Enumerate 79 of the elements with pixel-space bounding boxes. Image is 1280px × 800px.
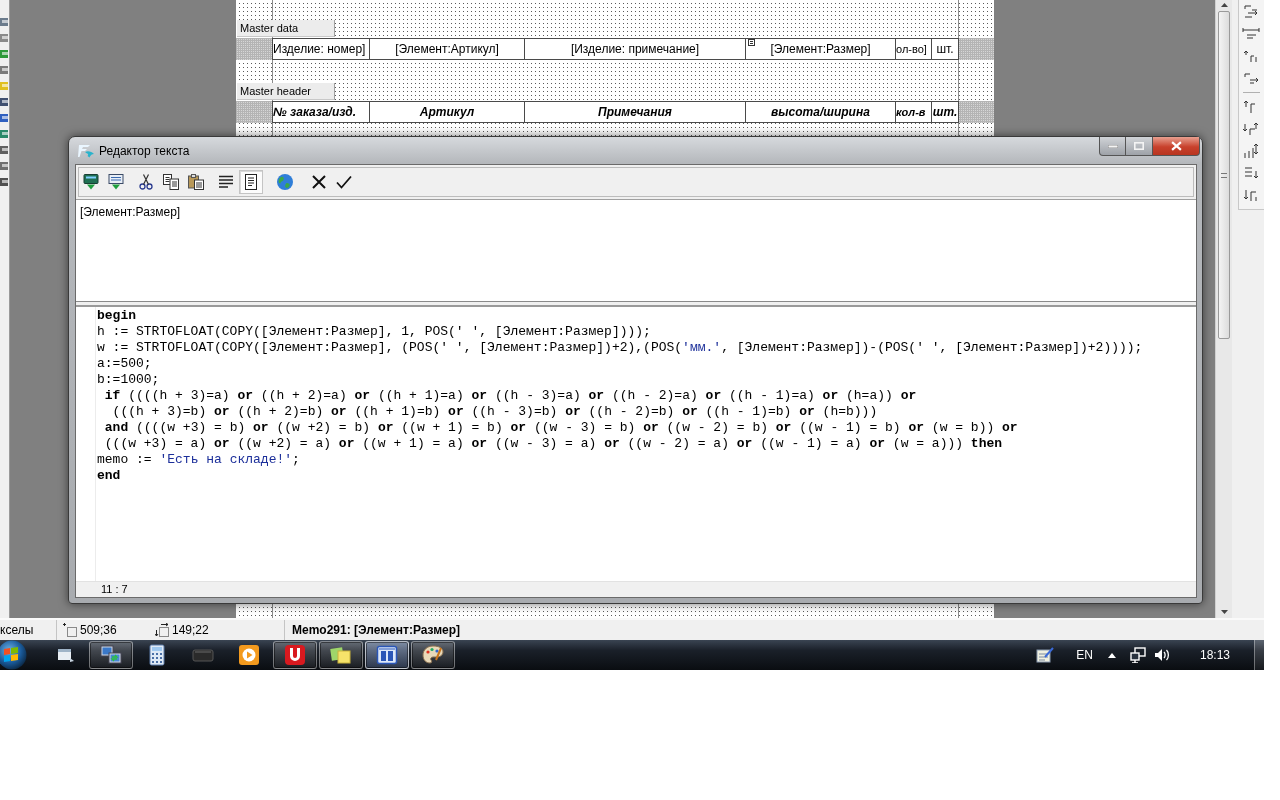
alignment-icon[interactable] — [1242, 121, 1260, 137]
code-line: (((w +3) = a) or ((w +2) = a) or ((w + 1) = a) or ((w - 3) = a) or ((w - 2) = a) or ((w - 1) = a) or (w = a))) then — [103, 436, 1003, 452]
report-field: [Элемент:Артикул] — [370, 38, 525, 60]
code-line: h := STRTOFLOAT(COPY([Элемент:Размер], 1, POS(' ', [Элемент:Размер]))); — [97, 324, 651, 340]
position-frame-icon — [63, 623, 77, 637]
play-icon — [238, 644, 260, 666]
units-label: кселы — [0, 623, 34, 637]
size-value: 149;22 — [172, 623, 209, 637]
cut-icon — [138, 174, 154, 190]
code-line: if ((((h + 3)=a) or ((h + 2)=a) or ((h + 1)=a) or ((h - 3)=a) or ((h - 2)=a) or ((h - 1)=a) or (h=a)) or — [103, 388, 917, 404]
columns-icon — [376, 644, 398, 666]
toolbar-button[interactable] — [239, 170, 263, 194]
report-field: шт. — [932, 38, 959, 60]
monitor-arrow-icon — [83, 174, 99, 190]
maximize-button[interactable] — [1126, 137, 1153, 156]
taskbar-button[interactable] — [89, 641, 133, 669]
caret-down-icon[interactable] — [1220, 610, 1228, 614]
report-field: Примечания — [525, 101, 746, 123]
language-button[interactable]: EN — [1076, 648, 1093, 662]
sticky-notes-icon — [330, 644, 352, 666]
cross-icon — [311, 174, 327, 190]
report-field: шт. — [932, 101, 959, 123]
speaker-icon[interactable] — [1153, 647, 1170, 663]
computer-icon — [100, 644, 122, 666]
band-label: Master data — [237, 20, 335, 37]
code-line: w := STRTOFLOAT(COPY([Элемент:Размер], (POS(' ', [Элемент:Размер])+2),(POS('мм.', [Элемент:Размер])-(POS(' ', [Элемент:Размер])+2)))); — [97, 340, 1143, 356]
maximize-icon — [1134, 142, 1144, 150]
scrollbar-thumb[interactable] — [1218, 11, 1230, 339]
script-editor[interactable] — [76, 307, 1196, 581]
caret-up-icon[interactable] — [1220, 3, 1228, 7]
memo-textarea[interactable]: [Элемент:Размер] — [76, 199, 1196, 301]
code-line: memo := 'Есть на складе!'; — [97, 452, 300, 468]
app-logo-icon — [78, 143, 94, 159]
vertical-scrollbar[interactable] — [1215, 0, 1232, 618]
network-icon[interactable] — [1129, 647, 1146, 663]
close-button[interactable] — [1153, 137, 1200, 156]
cursor-position: 11 : 7 — [101, 583, 128, 596]
notepad-pen-icon[interactable] — [1036, 647, 1055, 663]
check-icon — [336, 174, 352, 190]
taskbar-button[interactable] — [273, 641, 317, 669]
taskbar-button[interactable] — [319, 641, 363, 669]
taskbar-button[interactable] — [365, 641, 409, 669]
document-icon — [243, 174, 259, 190]
minimize-button[interactable] — [1099, 137, 1126, 156]
palette-icon — [422, 644, 444, 666]
position-value: 509;36 — [80, 623, 117, 637]
globe-icon — [277, 174, 293, 190]
alignment-icon[interactable] — [1242, 143, 1260, 159]
code-line: and ((((w +3) = b) or ((w +2) = b) or ((w + 1) = b) or ((w - 3) = b) or ((w - 2) = b) or ((w - 1) = b) or (w = b)) or — [103, 420, 1018, 436]
close-icon — [1170, 141, 1182, 151]
band-label: Master header — [237, 83, 335, 100]
list-box-icon — [748, 39, 755, 46]
selected-object-label: Memo291: [Элемент:Размер] — [292, 623, 461, 637]
caret-up-icon[interactable] — [1107, 652, 1116, 658]
clock[interactable]: 18:13 — [1199, 648, 1230, 662]
report-field: высота/ширина — [746, 101, 896, 123]
show-desktop-button[interactable] — [1254, 640, 1264, 670]
report-field: Изделие: номер] — [272, 38, 370, 60]
report-field: № заказа/изд. — [272, 101, 370, 123]
monitor-arrow-icon — [108, 174, 124, 190]
code-line: b:=1000; — [97, 372, 160, 388]
report-field: [Изделие: примечание] — [525, 38, 746, 60]
code-line: end — [97, 468, 121, 484]
copy-icon — [163, 174, 179, 190]
report-field: [Элемент:Размер] — [746, 38, 896, 60]
report-field: ол-во] — [896, 38, 932, 60]
code-line: (((h + 3)=b) or ((h + 2)=b) or ((h + 1)=b) or ((h - 3)=b) or ((h - 2)=b) or ((h - 1)=b) or (h=b))) — [111, 404, 878, 420]
window-title: Редактор текста — [99, 144, 190, 158]
report-field: кол-в — [896, 101, 932, 123]
text-lines-icon — [218, 174, 234, 190]
code-line: a:=500; — [97, 356, 152, 372]
calculator-icon — [146, 644, 168, 666]
paste-icon — [188, 174, 204, 190]
code-line: begin — [97, 308, 136, 324]
minimize-icon — [1107, 144, 1118, 148]
report-field: Артикул — [370, 101, 525, 123]
magnet-icon — [284, 644, 306, 666]
taskbar-button[interactable] — [411, 641, 455, 669]
size-frame-icon — [155, 623, 169, 637]
